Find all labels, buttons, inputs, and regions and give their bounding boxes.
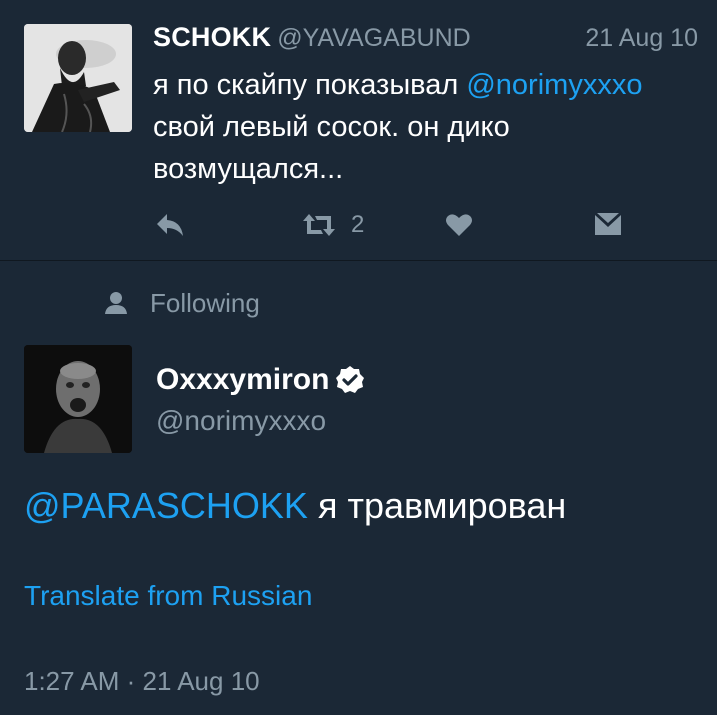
tweet-date[interactable]: 21 Aug 10: [585, 24, 698, 53]
tweet-text: @PARASCHOKK я травмирован: [24, 484, 566, 528]
retweet-button[interactable]: 2: [301, 205, 364, 245]
retweet-icon: [303, 214, 335, 236]
like-button[interactable]: [445, 205, 473, 245]
tweet-text-part2: свой левый сосок. он дико возмущался...: [153, 111, 510, 185]
reply-button[interactable]: [155, 205, 185, 245]
following-label: Following: [150, 287, 260, 318]
retweet-count: 2: [351, 211, 365, 238]
person-icon: [105, 292, 127, 314]
author-name[interactable]: SCHOKK: [153, 22, 271, 52]
direct-message-button[interactable]: [593, 205, 623, 245]
author-handle[interactable]: @YAVAGABUND: [277, 24, 470, 52]
author-name[interactable]: Oxxxymiron: [156, 363, 329, 397]
author-handle[interactable]: @norimyxxxo: [156, 405, 326, 437]
mention-link[interactable]: @PARASCHOKK: [24, 485, 308, 526]
tweet-text-body: я травмирован: [307, 485, 567, 526]
heart-icon: [446, 214, 472, 236]
envelope-icon: [595, 213, 621, 235]
social-context: Following: [104, 283, 260, 323]
tweet-header: SCHOKK @YAVAGABUND 21 Aug 10: [153, 22, 698, 58]
tweet-timestamp: 1:27 AM · 21 Aug 10: [24, 666, 260, 696]
tweet-text: я по скайпу показывал @norimyxxxo свой л…: [153, 64, 701, 190]
person-photo-icon: [24, 345, 132, 453]
person-photo-icon: [24, 24, 132, 132]
mention-link[interactable]: @norimyxxxo: [466, 69, 642, 101]
tweet-text-part1: я по скайпу показывал: [153, 69, 467, 101]
author-name-row: Oxxxymiron: [156, 358, 365, 402]
reply-icon: [157, 214, 183, 236]
tweet-actions: 2: [153, 205, 633, 245]
translate-link[interactable]: Translate from Russian: [24, 580, 312, 612]
tweet-thread: SCHOKK @YAVAGABUND 21 Aug 10 я по скайпу …: [0, 0, 717, 715]
avatar[interactable]: [24, 345, 132, 453]
avatar[interactable]: [24, 24, 132, 132]
tweet-schokk[interactable]: SCHOKK @YAVAGABUND 21 Aug 10 я по скайпу …: [0, 0, 717, 261]
verified-badge-icon: [335, 365, 365, 395]
